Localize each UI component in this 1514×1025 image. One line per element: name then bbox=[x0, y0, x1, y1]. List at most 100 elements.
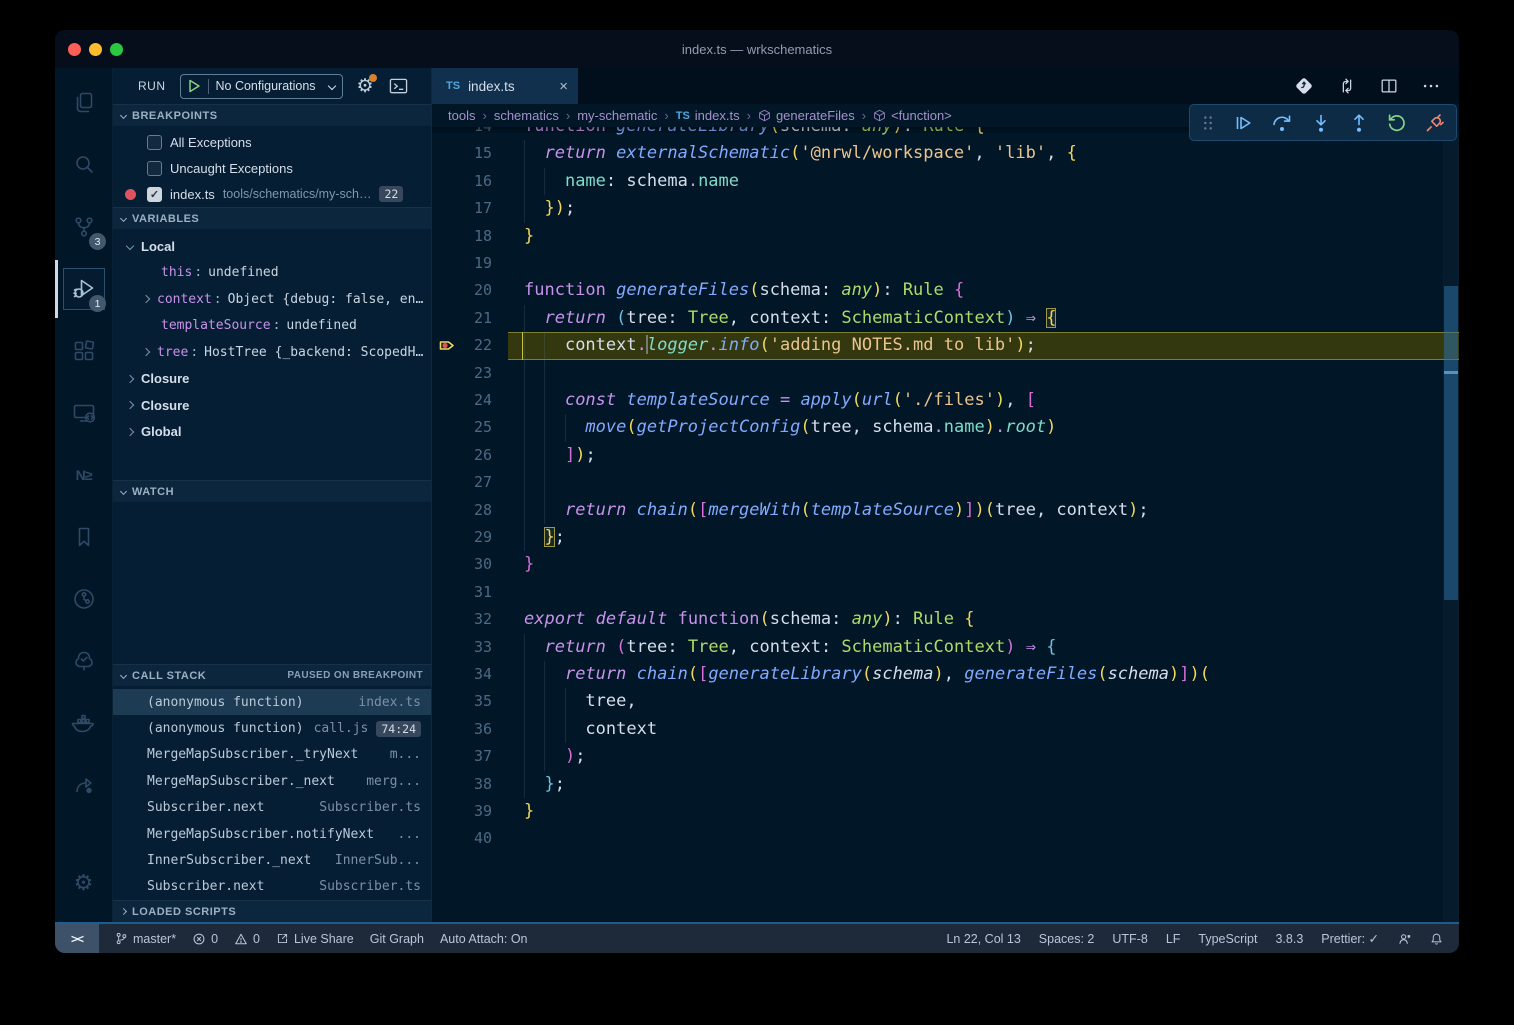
breadcrumb-item-schematics[interactable]: schematics bbox=[494, 108, 559, 123]
variable-row[interactable]: tree:HostTree {_backend: ScopedH… bbox=[113, 339, 431, 366]
callstack-frame[interactable]: MergeMapSubscriber._tryNextm... bbox=[113, 742, 431, 768]
breadcrumb-item--function-[interactable]: <function> bbox=[873, 108, 952, 123]
breadcrumb-item-my-schematic[interactable]: my-schematic bbox=[577, 108, 657, 123]
code-line-24[interactable]: 24 const templateSource = apply(url('./f… bbox=[432, 387, 1459, 414]
zoom-button[interactable] bbox=[110, 43, 123, 56]
step-out-button[interactable] bbox=[1348, 112, 1370, 134]
code-line-26[interactable]: 26 ]); bbox=[432, 442, 1459, 469]
code-line-36[interactable]: 36 context bbox=[432, 716, 1459, 743]
line-number[interactable]: 38 bbox=[432, 771, 492, 798]
code-line-29[interactable]: 29 }; bbox=[432, 524, 1459, 551]
line-number[interactable]: 16 bbox=[432, 168, 492, 195]
code-line-40[interactable]: 40 bbox=[432, 825, 1459, 852]
launch-configuration-dropdown[interactable]: No Configurations bbox=[180, 74, 343, 99]
callstack-frame[interactable]: MergeMapSubscriber.notifyNext... bbox=[113, 821, 431, 847]
start-debug-icon[interactable] bbox=[188, 79, 201, 93]
code-line-31[interactable]: 31 bbox=[432, 579, 1459, 606]
callstack-section-header[interactable]: CALL STACK PAUSED ON BREAKPOINT bbox=[113, 664, 431, 686]
line-number[interactable]: 28 bbox=[432, 497, 492, 524]
code-line-28[interactable]: 28 return chain([mergeWith(templateSourc… bbox=[432, 497, 1459, 524]
code-line-20[interactable]: 20function generateFiles(schema: any): R… bbox=[432, 277, 1459, 304]
line-number[interactable]: 14 bbox=[432, 127, 492, 140]
statusbar-git-branch[interactable]: master* bbox=[115, 932, 176, 946]
line-number[interactable]: 24 bbox=[432, 387, 492, 414]
line-number[interactable]: 40 bbox=[432, 825, 492, 852]
code-line-35[interactable]: 35 tree, bbox=[432, 688, 1459, 715]
variables-section-header[interactable]: VARIABLES bbox=[113, 207, 431, 229]
activity-item-testing[interactable] bbox=[55, 630, 112, 692]
line-number[interactable]: 30 bbox=[432, 551, 492, 578]
more-actions-icon[interactable] bbox=[1421, 76, 1441, 96]
callstack-frame[interactable]: Subscriber.nextSubscriber.ts bbox=[113, 795, 431, 821]
loaded-scripts-section-header[interactable]: LOADED SCRIPTS bbox=[113, 900, 431, 922]
editor-scrollbar[interactable] bbox=[1443, 127, 1459, 922]
activity-item-remote-explorer[interactable] bbox=[55, 382, 112, 444]
statusbar-feedback[interactable] bbox=[1397, 932, 1412, 946]
current-breakpoint-icon[interactable] bbox=[438, 336, 457, 355]
code-line-18[interactable]: 18} bbox=[432, 223, 1459, 250]
activity-item-nx-console[interactable]: N≥ bbox=[55, 444, 112, 506]
statusbar-prettier[interactable]: Prettier: ✓ bbox=[1321, 931, 1379, 946]
variable-row[interactable]: Local bbox=[113, 233, 431, 260]
line-number[interactable]: 27 bbox=[432, 469, 492, 496]
titlebar[interactable]: index.ts — wrkschematics bbox=[55, 30, 1459, 68]
line-number[interactable]: 33 bbox=[432, 634, 492, 661]
callstack-frame[interactable]: Subscriber.nextSubscriber.ts bbox=[113, 874, 431, 900]
breadcrumb-item-generatefiles[interactable]: generateFiles bbox=[758, 108, 855, 123]
line-number[interactable]: 37 bbox=[432, 743, 492, 770]
activity-item-search[interactable] bbox=[55, 134, 112, 196]
variable-row[interactable]: Global bbox=[113, 419, 431, 446]
code-line-34[interactable]: 34 return chain([generateLibrary(schema)… bbox=[432, 661, 1459, 688]
step-into-button[interactable] bbox=[1310, 112, 1332, 134]
code-line-15[interactable]: 15 return externalSchematic('@nrwl/works… bbox=[432, 140, 1459, 167]
variable-row[interactable]: Closure bbox=[113, 366, 431, 393]
statusbar-ts-version[interactable]: 3.8.3 bbox=[1275, 932, 1303, 946]
line-number[interactable]: 19 bbox=[432, 250, 492, 277]
code-line-16[interactable]: 16 name: schema.name bbox=[432, 168, 1459, 195]
code-line-39[interactable]: 39} bbox=[432, 798, 1459, 825]
activity-item-run-debug[interactable]: 1 bbox=[55, 258, 112, 320]
statusbar-auto-attach[interactable]: Auto Attach: On bbox=[440, 932, 528, 946]
variable-row[interactable]: this:undefined bbox=[113, 260, 431, 287]
line-number[interactable]: 35 bbox=[432, 688, 492, 715]
line-number[interactable]: 31 bbox=[432, 579, 492, 606]
close-tab-icon[interactable]: × bbox=[559, 78, 568, 95]
line-number[interactable]: 36 bbox=[432, 716, 492, 743]
variable-row[interactable]: context:Object {debug: false, en… bbox=[113, 286, 431, 313]
restart-button[interactable] bbox=[1386, 112, 1408, 134]
statusbar-encoding[interactable]: UTF-8 bbox=[1112, 932, 1147, 946]
activity-item-gitlens[interactable] bbox=[55, 568, 112, 630]
code-line-19[interactable]: 19 bbox=[432, 250, 1459, 277]
code-line-30[interactable]: 30} bbox=[432, 551, 1459, 578]
line-number[interactable]: 15 bbox=[432, 140, 492, 167]
line-number[interactable]: 18 bbox=[432, 223, 492, 250]
variable-row[interactable]: templateSource:undefined bbox=[113, 313, 431, 340]
variable-row[interactable]: Closure bbox=[113, 392, 431, 419]
code-line-23[interactable]: 23 bbox=[432, 360, 1459, 387]
code-line-38[interactable]: 38 }; bbox=[432, 771, 1459, 798]
remote-indicator[interactable]: >< bbox=[55, 924, 99, 953]
checkbox[interactable] bbox=[147, 161, 162, 176]
code-line-25[interactable]: 25 move(getProjectConfig(tree, schema.na… bbox=[432, 414, 1459, 441]
code-line-21[interactable]: 21 return (tree: Tree, context: Schemati… bbox=[432, 305, 1459, 332]
statusbar-language-mode[interactable]: TypeScript bbox=[1198, 932, 1257, 946]
line-number[interactable]: 26 bbox=[432, 442, 492, 469]
line-number[interactable]: 17 bbox=[432, 195, 492, 222]
drag-handle[interactable] bbox=[1200, 113, 1216, 133]
disconnect-button[interactable] bbox=[1424, 112, 1446, 134]
statusbar-errors[interactable]: 0 bbox=[192, 932, 218, 946]
line-number[interactable]: 39 bbox=[432, 798, 492, 825]
configure-gear-button[interactable]: ⚙ bbox=[357, 75, 374, 98]
breadcrumb-item-index-ts[interactable]: TSindex.ts bbox=[676, 108, 740, 123]
statusbar-live-share[interactable]: Live Share bbox=[276, 932, 354, 946]
activity-item-source-control[interactable]: 3 bbox=[55, 196, 112, 258]
open-changes-icon[interactable] bbox=[1293, 75, 1315, 97]
checkbox[interactable] bbox=[147, 135, 162, 150]
code-line-22[interactable]: 22 context.logger.info('adding NOTES.md … bbox=[432, 332, 1459, 359]
statusbar-cursor-position[interactable]: Ln 22, Col 13 bbox=[946, 932, 1020, 946]
split-editor-icon[interactable] bbox=[1379, 76, 1399, 96]
line-number[interactable]: 29 bbox=[432, 524, 492, 551]
statusbar-eol[interactable]: LF bbox=[1166, 932, 1181, 946]
breakpoint-row[interactable]: ✓index.tstools/schematics/my-sch…22 bbox=[113, 181, 431, 207]
line-number[interactable]: 23 bbox=[432, 360, 492, 387]
